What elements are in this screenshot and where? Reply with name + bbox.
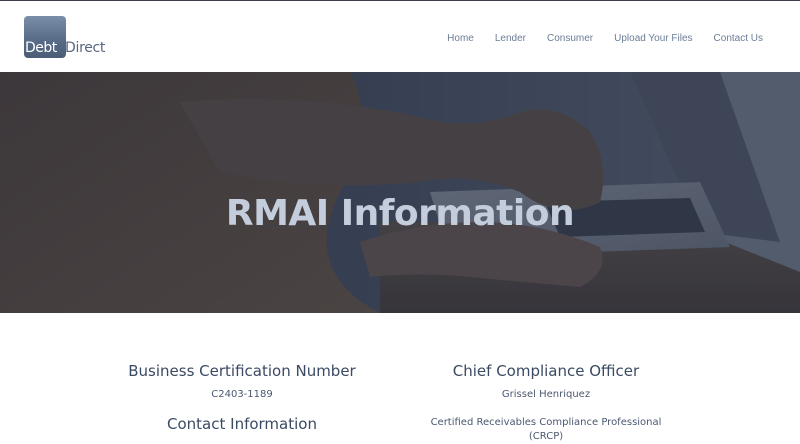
logo-word-direct: Direct [65,40,106,56]
logo[interactable]: Debt Direct [24,16,124,58]
business-certification-heading: Business Certification Number [128,362,356,380]
main-nav: Home Lender Consumer Upload Your Files C… [426,32,763,46]
info-section: Business Certification Number C2403-1189… [0,313,800,442]
logo-word-debt: Debt [25,40,57,56]
nav-contact-us[interactable]: Contact Us [714,32,763,46]
contact-information-heading: Contact Information [167,415,317,433]
chief-compliance-officer-heading: Chief Compliance Officer [452,362,640,380]
officer-name: Grissel Henriquez [501,389,591,400]
hero-banner: RMAI Information [0,72,800,313]
nav-home[interactable]: Home [447,32,474,46]
business-certification-number: C2403-1189 [211,389,273,400]
nav-lender[interactable]: Lender [495,32,526,46]
nav-consumer[interactable]: Consumer [547,32,593,46]
site-header: Debt Direct Home Lender Consumer Upload … [0,1,800,72]
page-title: RMAI Information [225,193,575,235]
officer-credential: Certified Receivables Compliance Profess… [430,417,662,442]
nav-upload-your-files[interactable]: Upload Your Files [614,32,692,46]
